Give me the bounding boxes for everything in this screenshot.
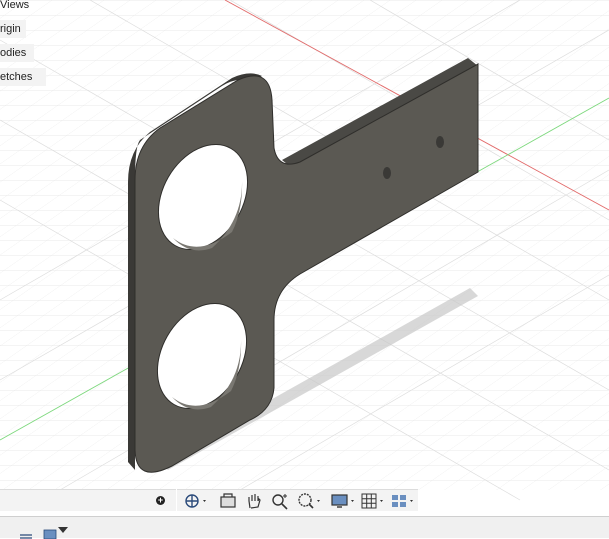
browser-item-named-views[interactable]: Views bbox=[0, 0, 44, 14]
browser-item-bodies[interactable]: odies bbox=[0, 44, 34, 62]
comments-panel: + bbox=[0, 489, 176, 511]
3d-viewport[interactable] bbox=[0, 0, 609, 538]
viewports-icon[interactable] bbox=[391, 492, 417, 510]
zoom-window-icon[interactable] bbox=[297, 492, 323, 510]
pan-icon[interactable] bbox=[245, 492, 263, 510]
timeline-controls-icon[interactable] bbox=[18, 525, 70, 539]
orbit-icon[interactable] bbox=[183, 492, 209, 510]
look-at-icon[interactable] bbox=[219, 492, 237, 510]
add-comment-icon[interactable]: + bbox=[156, 496, 165, 505]
small-hole-2 bbox=[436, 136, 444, 148]
browser-item-sketches[interactable]: etches bbox=[0, 68, 46, 86]
timeline-bar bbox=[0, 516, 609, 539]
grid-settings-icon[interactable] bbox=[361, 492, 387, 510]
navigation-toolbar bbox=[177, 489, 418, 511]
zoom-icon[interactable] bbox=[271, 492, 289, 510]
display-settings-icon[interactable] bbox=[331, 492, 357, 510]
small-hole-1 bbox=[383, 167, 391, 179]
browser-item-origin[interactable]: rigin bbox=[0, 20, 26, 38]
